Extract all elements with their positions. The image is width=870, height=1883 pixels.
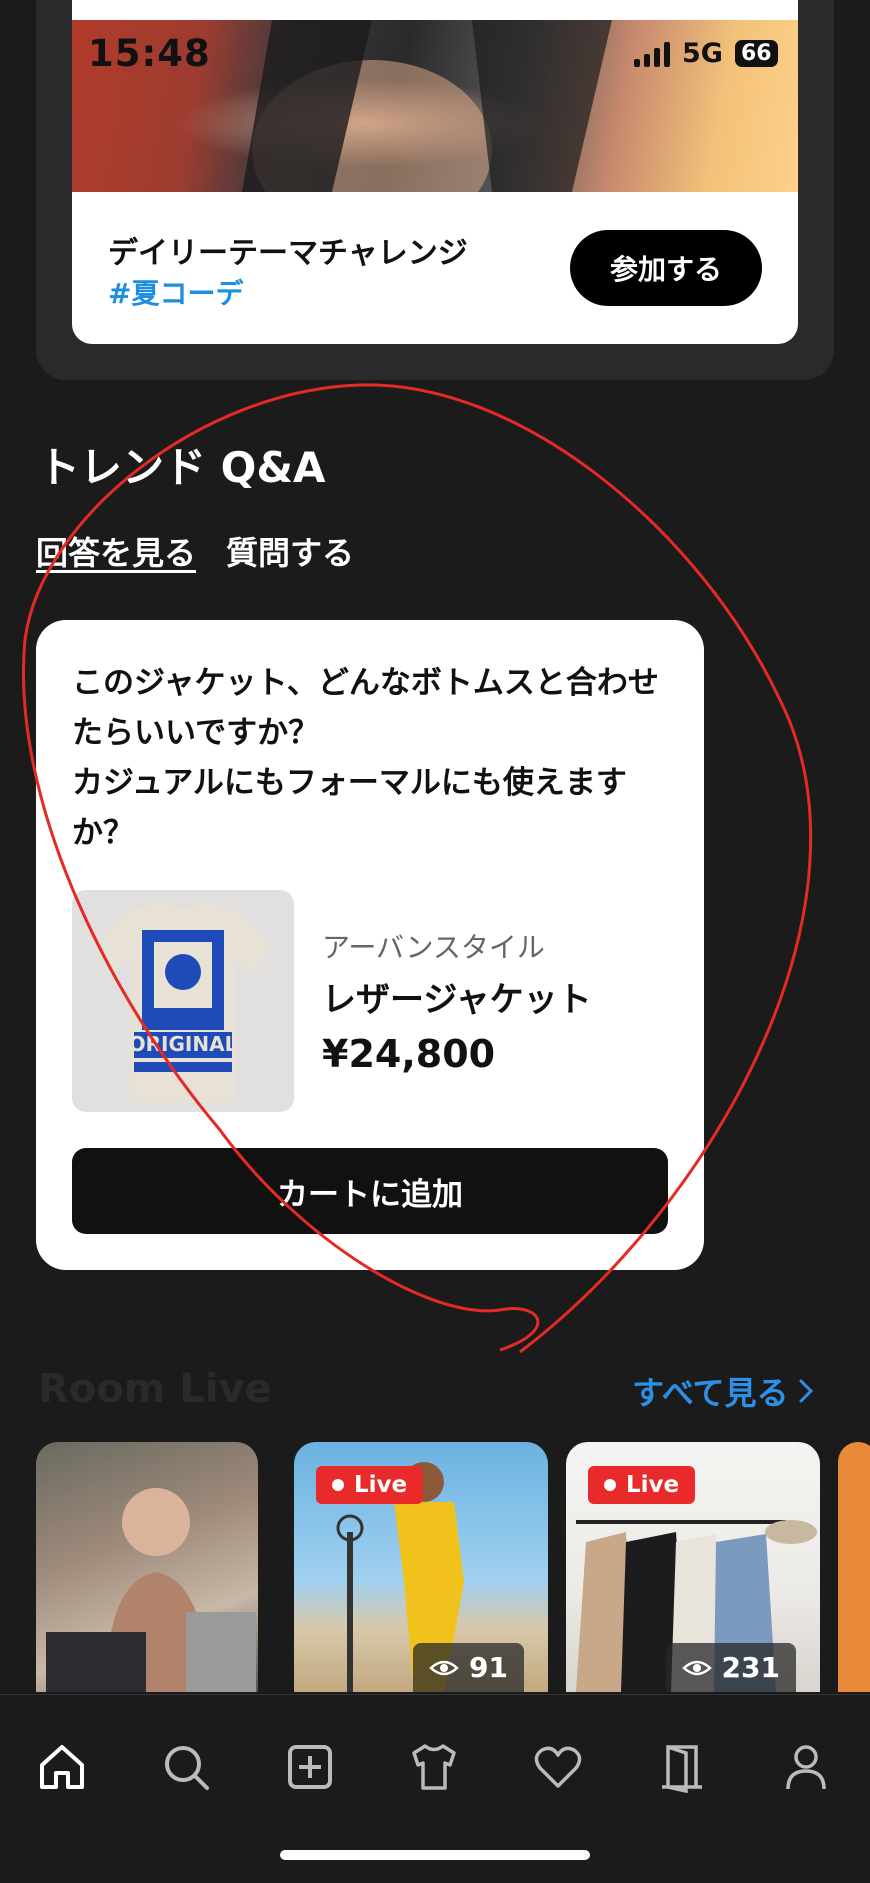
live-room-card[interactable] bbox=[838, 1442, 870, 1692]
trend-qa-title: トレンド Q&A bbox=[38, 443, 326, 492]
room-live-title: Room Live bbox=[38, 1366, 272, 1412]
search-icon[interactable] bbox=[156, 1737, 216, 1797]
live-room-card[interactable]: Live 91 bbox=[294, 1442, 548, 1692]
heart-icon[interactable] bbox=[528, 1737, 588, 1797]
product-name[interactable]: レザージャケット bbox=[322, 972, 592, 1021]
see-all-link[interactable]: すべて見る bbox=[632, 1368, 814, 1414]
product-image[interactable]: ORIGINAL bbox=[72, 890, 294, 1112]
challenge-hashtag[interactable]: #夏コーデ bbox=[108, 272, 243, 312]
home-icon[interactable] bbox=[32, 1737, 92, 1797]
live-badge: Live bbox=[588, 1466, 696, 1504]
viewer-count: 231 bbox=[665, 1643, 796, 1692]
live-room-card[interactable] bbox=[36, 1442, 258, 1692]
live-room-card[interactable]: Live 231 bbox=[566, 1442, 820, 1692]
live-badge: Live bbox=[316, 1466, 424, 1504]
chevron-right-icon bbox=[799, 1379, 814, 1403]
join-button[interactable]: 参加する bbox=[570, 230, 762, 306]
tab-view-answers[interactable]: 回答を見る bbox=[36, 528, 196, 574]
product-print-text: ORIGINAL bbox=[129, 1032, 238, 1056]
add-to-cart-button[interactable]: カートに追加 bbox=[72, 1148, 668, 1234]
qa-card: このジャケット、どんなボトムスと合わせたらいいですか？ カジュアルにもフォーマル… bbox=[36, 620, 704, 1270]
product-brand: アーバンスタイル bbox=[322, 931, 545, 964]
status-indicators: 5G 66 bbox=[634, 38, 778, 69]
viewer-count: 91 bbox=[413, 1643, 524, 1692]
home-indicator bbox=[280, 1850, 590, 1860]
eye-icon bbox=[429, 1660, 459, 1675]
eye-icon bbox=[681, 1660, 712, 1675]
tshirt-icon[interactable] bbox=[404, 1737, 464, 1797]
profile-icon[interactable] bbox=[776, 1737, 836, 1797]
add-icon[interactable] bbox=[280, 1737, 340, 1797]
signal-icon bbox=[634, 41, 670, 67]
product-price: ¥24,800 bbox=[322, 1032, 496, 1076]
qa-question-text: このジャケット、どんなボトムスと合わせたらいいですか？ カジュアルにもフォーマル… bbox=[72, 665, 659, 851]
network-label: 5G bbox=[682, 38, 723, 69]
see-all-label: すべて見る bbox=[632, 1374, 789, 1412]
battery-icon: 66 bbox=[734, 40, 778, 67]
challenge-title: デイリーテーマチャレンジ bbox=[108, 236, 468, 271]
tab-ask-question[interactable]: 質問する bbox=[226, 528, 354, 574]
status-time: 15:48 bbox=[88, 32, 211, 75]
door-icon[interactable] bbox=[652, 1737, 712, 1797]
